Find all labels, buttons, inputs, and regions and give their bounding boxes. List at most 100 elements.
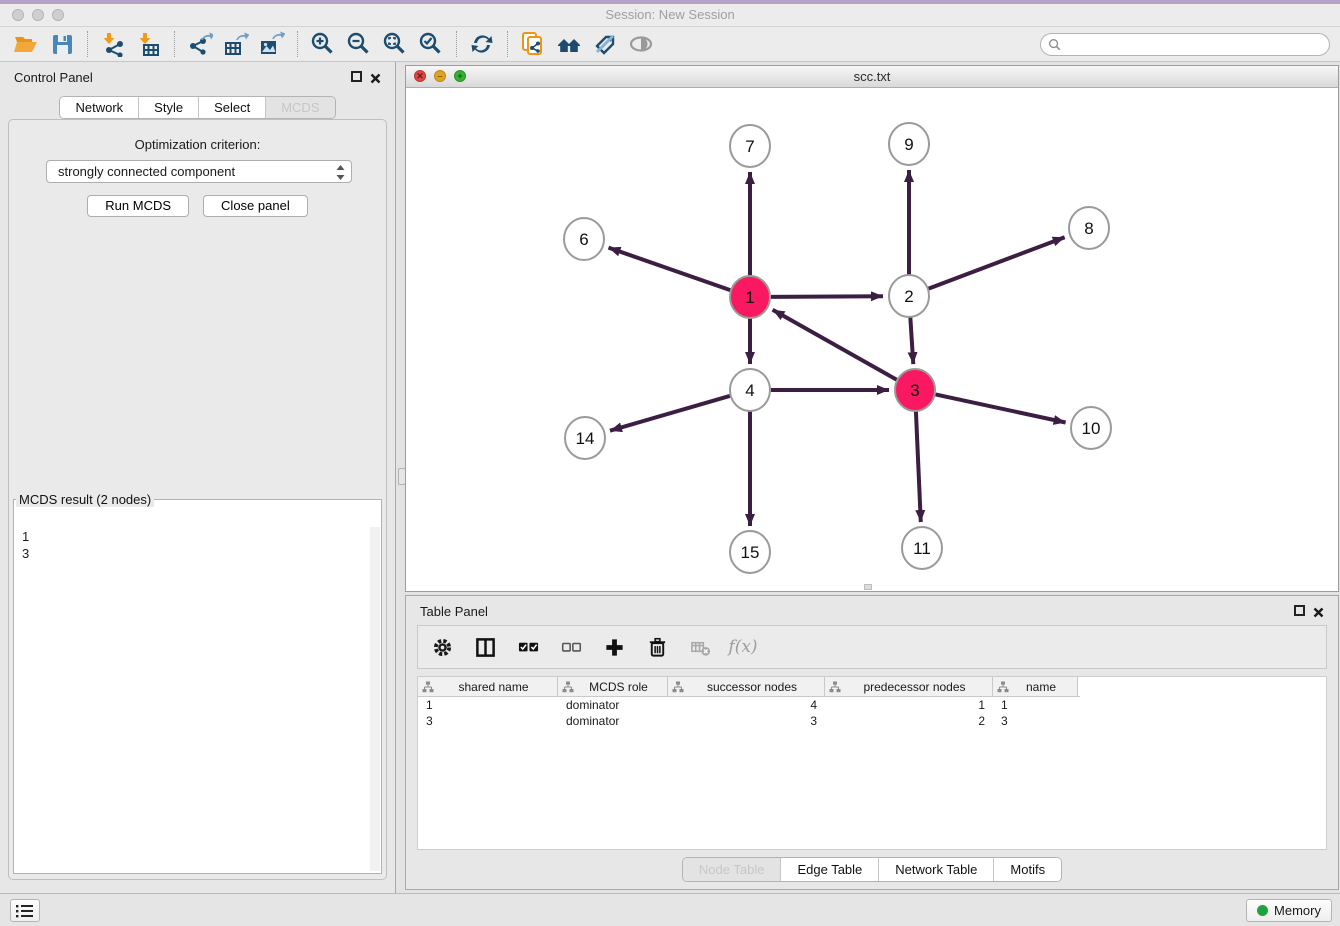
zoom-fit-icon[interactable]: [377, 29, 413, 59]
graph-node-label-10: 10: [1082, 419, 1101, 438]
mcds-panel: Optimization criterion: strongly connect…: [8, 119, 387, 880]
optimization-criterion-select[interactable]: strongly connected component: [46, 160, 352, 183]
column-type-icon: [422, 681, 434, 693]
export-table-icon[interactable]: [218, 29, 254, 59]
graph-edge-1-2[interactable]: [771, 296, 883, 297]
select-all-icon[interactable]: [516, 635, 540, 659]
graph-edge-3-10[interactable]: [936, 394, 1066, 422]
node-table: shared nameMCDS rolesuccessor nodesprede…: [417, 676, 1327, 850]
close-table-panel-icon[interactable]: [1313, 605, 1326, 618]
optimization-criterion-value: strongly connected component: [58, 164, 235, 179]
graph-edge-3-1[interactable]: [773, 310, 897, 380]
import-table-icon[interactable]: [131, 29, 167, 59]
table-cell[interactable]: 3: [418, 713, 558, 729]
memory-button[interactable]: Memory: [1246, 899, 1332, 922]
network-window-titlebar[interactable]: ✕ – + scc.txt: [406, 66, 1338, 88]
toolbar-separator: [297, 31, 298, 57]
export-image-icon[interactable]: [254, 29, 290, 59]
table-cell[interactable]: 4: [668, 697, 825, 713]
mcds-result-legend: MCDS result (2 nodes): [16, 492, 154, 507]
open-session-icon[interactable]: [8, 29, 44, 59]
table-row-0[interactable]: 1dominator411: [418, 697, 1326, 713]
result-scrollbar[interactable]: [370, 527, 380, 871]
show-all-icon: [623, 29, 659, 59]
graph-edge-2-8[interactable]: [929, 237, 1065, 288]
table-row-1[interactable]: 3dominator323: [418, 713, 1326, 729]
zoom-out-icon[interactable]: [341, 29, 377, 59]
apply-layout-icon[interactable]: [464, 29, 500, 59]
search-input[interactable]: [1061, 37, 1329, 52]
close-panel-button[interactable]: Close panel: [203, 195, 308, 217]
table-cell[interactable]: 3: [668, 713, 825, 729]
network-canvas[interactable]: 7968124314101511: [406, 88, 1338, 591]
save-session-icon[interactable]: [44, 29, 80, 59]
table-cell[interactable]: 1: [993, 697, 1078, 713]
graph-edge-3-11[interactable]: [916, 411, 921, 522]
memory-label: Memory: [1274, 903, 1321, 918]
graph-node-label-3: 3: [910, 381, 919, 400]
table-header-row: shared nameMCDS rolesuccessor nodesprede…: [418, 677, 1080, 697]
tab-select[interactable]: Select: [198, 97, 265, 118]
toolbar-separator: [174, 31, 175, 57]
run-mcds-button[interactable]: Run MCDS: [87, 195, 189, 217]
zoom-selected-icon[interactable]: [413, 29, 449, 59]
table-panel-title: Table Panel: [420, 604, 488, 619]
tab-network-table[interactable]: Network Table: [878, 858, 993, 881]
function-builder-icon: f(x): [731, 635, 755, 659]
tab-edge-table[interactable]: Edge Table: [780, 858, 878, 881]
column-type-icon: [672, 681, 684, 693]
graph-node-label-8: 8: [1084, 219, 1093, 238]
column-header-MCDS-role[interactable]: MCDS role: [558, 677, 668, 696]
select-stepper-icon: [335, 164, 346, 181]
toolbar-separator: [507, 31, 508, 57]
table-cell[interactable]: dominator: [558, 713, 668, 729]
column-header-predecessor-nodes[interactable]: predecessor nodes: [825, 677, 993, 696]
tab-style[interactable]: Style: [138, 97, 198, 118]
graph-node-label-14: 14: [576, 429, 595, 448]
table-cell[interactable]: 1: [825, 697, 993, 713]
table-toolbar: f(x): [417, 625, 1327, 669]
graph-edge-1-6[interactable]: [609, 248, 731, 291]
status-bar: Memory: [0, 893, 1340, 926]
tab-motifs[interactable]: Motifs: [993, 858, 1061, 881]
column-header-successor-nodes[interactable]: successor nodes: [668, 677, 825, 696]
import-network-icon[interactable]: [95, 29, 131, 59]
gear-icon[interactable]: [430, 635, 454, 659]
column-header-name[interactable]: name: [993, 677, 1078, 696]
tab-mcds[interactable]: MCDS: [265, 97, 334, 118]
table-cell[interactable]: 3: [993, 713, 1078, 729]
export-network-icon[interactable]: [182, 29, 218, 59]
table-cell[interactable]: 2: [825, 713, 993, 729]
task-list-button[interactable]: [10, 899, 40, 922]
new-network-from-selection-icon[interactable]: [515, 29, 551, 59]
first-neighbors-icon[interactable]: [551, 29, 587, 59]
zoom-in-icon[interactable]: [305, 29, 341, 59]
graph-edge-2-3[interactable]: [910, 317, 913, 364]
mcds-result-text[interactable]: 1 3: [15, 527, 369, 871]
column-type-icon: [829, 681, 841, 693]
hide-selected-icon[interactable]: [587, 29, 623, 59]
add-icon[interactable]: [602, 635, 626, 659]
window-title: Session: New Session: [0, 4, 1340, 26]
window-resize-handle[interactable]: [864, 584, 872, 590]
close-panel-icon[interactable]: [370, 71, 383, 84]
trash-icon[interactable]: [645, 635, 669, 659]
search-field[interactable]: [1040, 33, 1330, 56]
float-panel-icon[interactable]: [351, 71, 362, 82]
table-cell[interactable]: 1: [418, 697, 558, 713]
search-icon: [1048, 38, 1061, 51]
main-toolbar: [0, 27, 1340, 62]
deselect-all-icon[interactable]: [559, 635, 583, 659]
split-panel-icon[interactable]: [473, 635, 497, 659]
graph-node-label-11: 11: [913, 539, 931, 558]
graph-node-label-9: 9: [904, 135, 913, 154]
float-table-panel-icon[interactable]: [1294, 605, 1305, 616]
tab-network[interactable]: Network: [60, 97, 138, 118]
column-header-shared-name[interactable]: shared name: [418, 677, 558, 696]
tab-node-table[interactable]: Node Table: [683, 858, 781, 881]
table-cell[interactable]: dominator: [558, 697, 668, 713]
graph-edge-4-14[interactable]: [610, 396, 730, 431]
toolbar-separator: [87, 31, 88, 57]
mcds-result-box: MCDS result (2 nodes) 1 3: [13, 492, 382, 874]
table-tabs: Node TableEdge TableNetwork TableMotifs: [406, 857, 1338, 882]
